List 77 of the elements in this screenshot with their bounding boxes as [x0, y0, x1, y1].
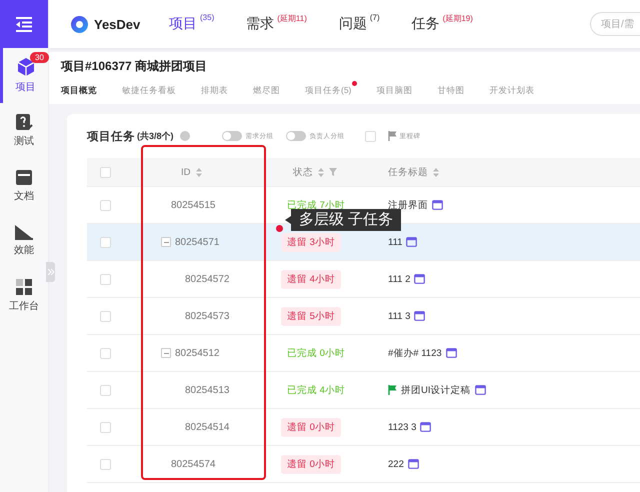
sidebar-item[interactable]: 测试	[0, 103, 48, 158]
logo-text: YesDev	[94, 16, 140, 32]
status-label: 遗留 3小时	[281, 232, 341, 252]
task-count: (共3/8个)	[137, 130, 174, 142]
select-all-checkbox[interactable]	[100, 166, 111, 178]
sort-icon[interactable]	[433, 168, 439, 176]
calendar-icon[interactable]	[420, 422, 432, 432]
row-checkbox[interactable]	[100, 274, 111, 284]
filter-icon[interactable]	[329, 168, 337, 176]
sort-icon[interactable]	[196, 168, 202, 176]
task-id: 80254572	[185, 274, 230, 284]
task-id: 80254515	[171, 200, 216, 210]
status-label: 已完成 4小时	[287, 384, 346, 398]
status-label: 遗留 4小时	[281, 270, 341, 288]
status-label: 遗留 0小时	[281, 454, 341, 474]
logo-icon	[71, 16, 88, 32]
calendar-icon[interactable]	[432, 200, 443, 210]
collapse-toggle[interactable]	[161, 237, 171, 247]
menu-icon	[15, 16, 33, 32]
sidebar-item[interactable]: 文档	[0, 158, 48, 213]
nav-tab[interactable]: 问题 (7)	[338, 15, 380, 33]
cube-icon	[16, 57, 36, 77]
calendar-icon[interactable]	[414, 274, 426, 284]
task-id: 80254513	[185, 384, 230, 396]
row-checkbox[interactable]	[100, 310, 111, 322]
status-label: 遗留 5小时	[281, 306, 341, 326]
task-title[interactable]: 111 2	[388, 274, 410, 284]
task-title[interactable]: #催办# 1123	[388, 346, 442, 360]
collapse-toggle[interactable]	[161, 348, 171, 358]
status-label: 遗留 0小时	[281, 418, 341, 436]
task-title[interactable]: 注册界面	[388, 198, 428, 212]
task-id: 80254514	[185, 422, 230, 432]
calendar-icon[interactable]	[408, 459, 419, 469]
document-question-icon	[15, 113, 33, 131]
expand-handle[interactable]	[46, 262, 55, 282]
sidebar-item[interactable]: 工作台	[0, 268, 48, 323]
project-tab[interactable]: 项目概览	[61, 81, 103, 97]
folder-icon	[15, 168, 33, 186]
menu-button[interactable]	[0, 0, 48, 48]
task-id: 80254571	[175, 236, 220, 248]
tooltip: 多层级 子任务	[285, 209, 402, 231]
row-checkbox[interactable]	[100, 236, 111, 248]
nav-tab[interactable]: 任务 (延期19)	[412, 15, 473, 33]
section-title: 项目任务	[87, 130, 135, 144]
flag-icon	[388, 131, 397, 141]
row-checkbox[interactable]	[100, 458, 111, 470]
task-title[interactable]: 拼团UI设计定稿	[401, 384, 470, 396]
sort-icon[interactable]	[318, 168, 324, 176]
task-title[interactable]: 1123 3	[388, 422, 416, 432]
task-title[interactable]: 111 3	[388, 310, 410, 322]
calendar-icon[interactable]	[414, 311, 426, 321]
row-checkbox[interactable]	[100, 422, 111, 432]
row-checkbox[interactable]	[100, 348, 111, 358]
toggle-switch[interactable]	[286, 131, 306, 141]
flag-icon	[388, 385, 397, 395]
grid-icon	[15, 278, 33, 296]
nav-tab[interactable]: 需求 (延期11)	[246, 15, 307, 33]
nav-tab[interactable]: 项目 (35)	[169, 15, 214, 33]
calendar-icon[interactable]	[474, 385, 486, 395]
status-label: 已完成 7小时	[287, 198, 346, 212]
project-title: 项目#106377 商城拼团项目	[61, 58, 208, 75]
count-badge: 30	[30, 52, 49, 63]
chart-icon	[14, 224, 34, 240]
toggle-switch[interactable]	[222, 131, 242, 141]
task-title[interactable]: 111	[388, 236, 402, 248]
task-id: 80254574	[171, 458, 216, 470]
row-checkbox[interactable]	[100, 200, 111, 210]
task-title[interactable]: 222	[388, 458, 404, 470]
task-id: 80254573	[185, 310, 230, 322]
task-id: 80254512	[175, 348, 220, 358]
calendar-icon[interactable]	[446, 348, 457, 358]
calendar-icon[interactable]	[406, 237, 418, 247]
checkbox[interactable]	[364, 130, 376, 142]
status-label: 已完成 0小时	[287, 346, 346, 360]
sidebar-item[interactable]: 效能	[0, 213, 48, 268]
row-checkbox[interactable]	[100, 384, 111, 396]
search-field[interactable]: 项目/需	[590, 12, 640, 36]
